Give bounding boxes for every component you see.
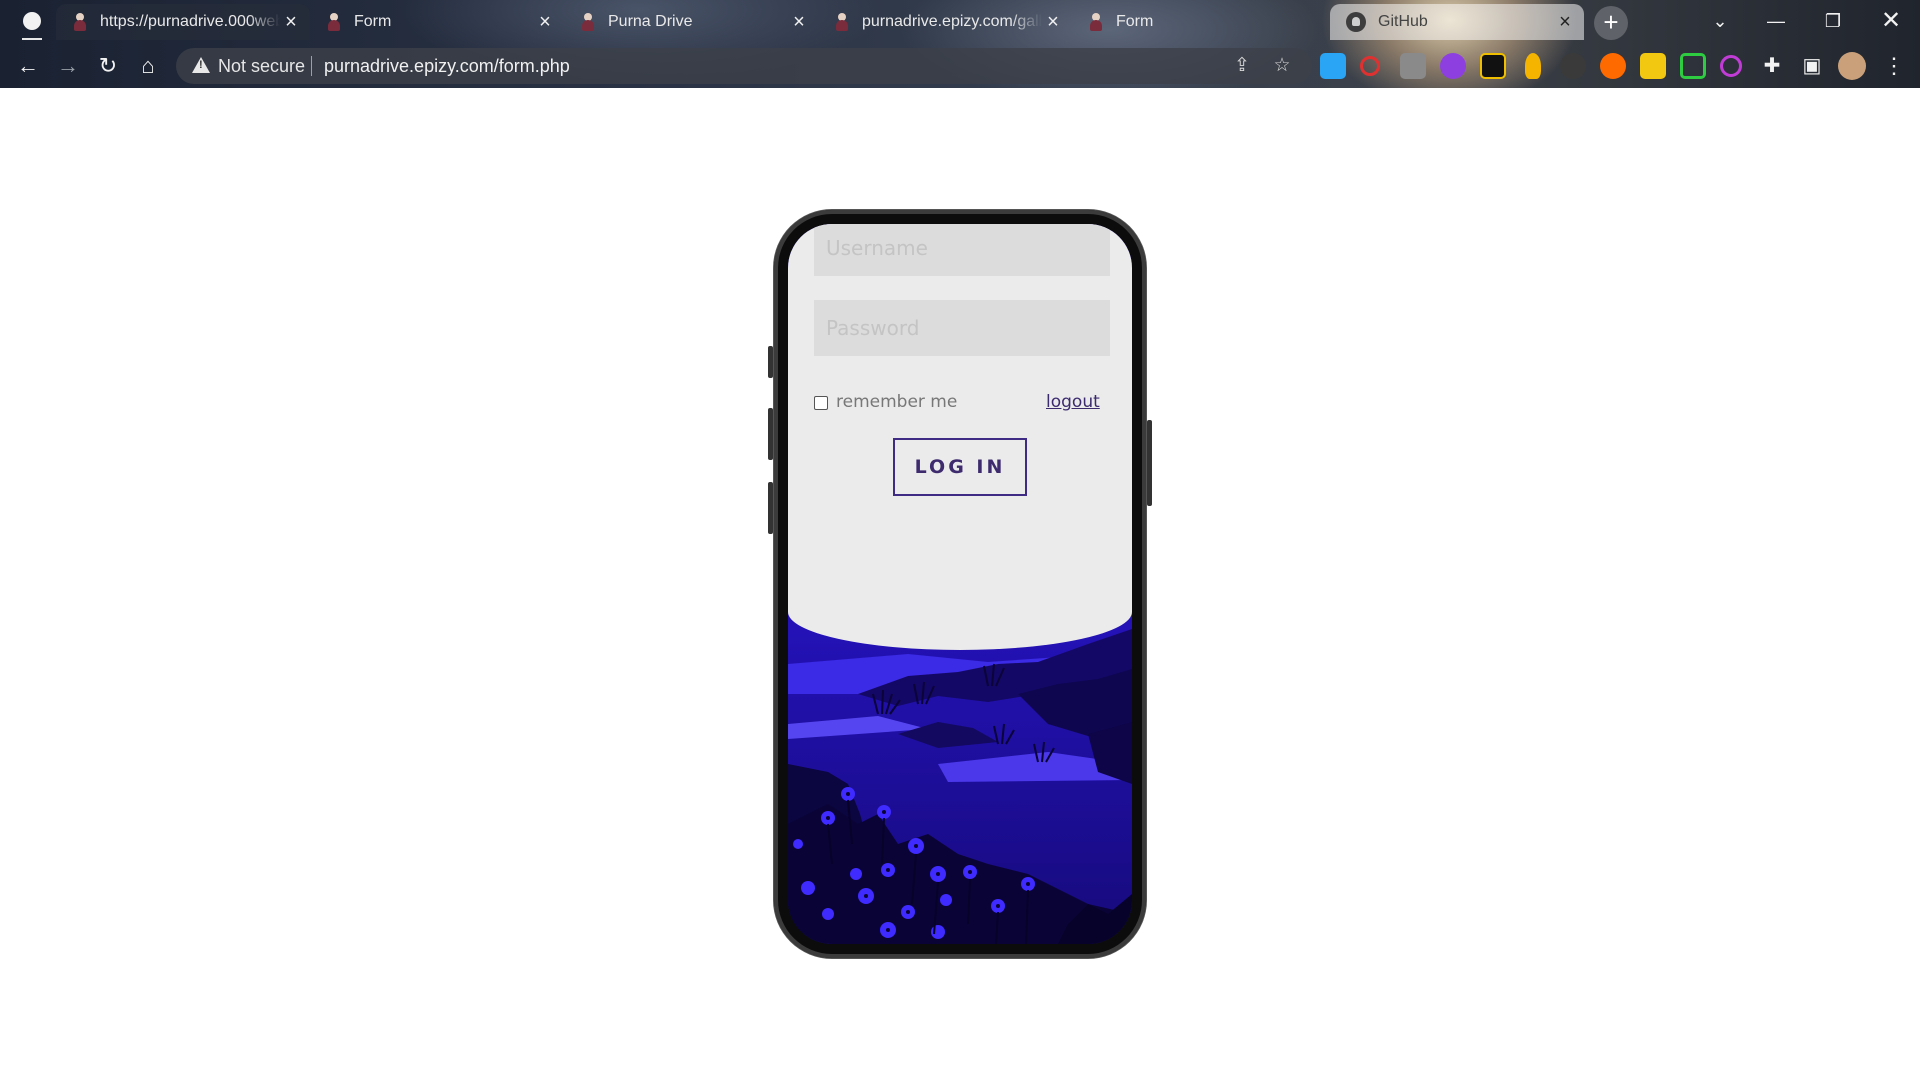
restore-icon[interactable]: ❐ [1813,6,1853,36]
tab-search-icon[interactable] [23,12,41,30]
tab-strip: https://purnadrive.000webhostapp.com × F… [0,0,1920,42]
forward-icon[interactable]: → [52,50,84,82]
tab-github[interactable]: GitHub × [1330,4,1584,40]
favicon-icon [1088,13,1104,31]
reload-icon[interactable]: ↻ [92,50,124,82]
extension-w-icon[interactable] [1640,53,1666,79]
remember-me-checkbox[interactable] [814,396,828,410]
username-input[interactable] [814,224,1110,276]
minimize-icon[interactable]: — [1756,6,1796,36]
phone-volume-down [768,482,773,534]
tab-purnadrive-000webhost[interactable]: https://purnadrive.000webhostapp.com × [56,4,310,40]
tab-title: Form [1116,13,1154,30]
favicon-icon [72,13,88,31]
browser-toolbar: ← → ↻ ⌂ Not secure purnadrive.epizy.com/… [0,44,1920,88]
extension-moon-icon[interactable] [1440,53,1466,79]
browser-chrome: https://purnadrive.000webhostapp.com × F… [0,0,1920,88]
close-tab-icon[interactable]: × [788,11,810,33]
extension-block-icon[interactable] [1360,56,1380,76]
github-icon [1346,12,1366,32]
phone-screen: remember me logout LOG IN [788,224,1132,944]
close-window-icon[interactable]: ✕ [1871,6,1911,36]
side-panel-icon[interactable]: ▣ [1796,50,1828,82]
extensions-puzzle-icon[interactable]: ✚ [1756,50,1788,82]
extension-orange-icon[interactable] [1600,53,1626,79]
extension-tv-icon[interactable] [1680,53,1706,79]
tab-title: Purna Drive [608,13,693,30]
extension-pin-icon[interactable] [1525,53,1541,79]
tab-title: purnadrive.epizy.com/gallery [862,13,1042,30]
back-icon[interactable]: ← [12,50,44,82]
home-icon[interactable]: ⌂ [132,50,164,82]
close-tab-icon[interactable]: × [1042,11,1064,33]
tab-form-2[interactable]: Form [1072,4,1326,40]
address-bar[interactable]: Not secure purnadrive.epizy.com/form.php… [176,48,1312,84]
tab-purnadrive-gallery[interactable]: purnadrive.epizy.com/gallery × [818,4,1072,40]
login-button[interactable]: LOG IN [893,438,1027,496]
tab-list-chevron-icon[interactable]: ⌄ [1700,6,1740,36]
warning-icon [192,57,210,73]
extension-gray-icon[interactable] [1400,53,1426,79]
tab-purna-drive[interactable]: Purna Drive × [564,4,818,40]
close-tab-icon[interactable]: × [1554,11,1576,33]
phone-mockup: remember me logout LOG IN [768,210,1152,958]
extension-box-icon[interactable] [1480,53,1506,79]
remember-me-label: remember me [836,392,958,412]
password-input[interactable] [814,300,1110,356]
favicon-icon [580,13,596,31]
login-form: remember me logout LOG IN [788,224,1132,650]
divider [311,56,312,76]
url-text[interactable]: purnadrive.epizy.com/form.php [324,56,570,77]
logout-link[interactable]: logout [1046,392,1100,412]
extension-broadcast-icon[interactable] [1720,55,1742,77]
close-tab-icon[interactable]: × [280,11,302,33]
extension-window-icon[interactable] [1320,53,1346,79]
favicon-icon [834,13,850,31]
share-icon[interactable]: ⇪ [1230,54,1254,78]
new-tab-button[interactable]: + [1594,6,1628,40]
close-tab-icon[interactable]: × [534,11,556,33]
tab-form[interactable]: Form × [310,4,564,40]
phone-volume-up [768,408,773,460]
extension-dark-icon[interactable] [1560,53,1586,79]
bookmark-star-icon[interactable]: ☆ [1270,54,1294,78]
favicon-icon [326,13,342,31]
tab-title: Form [354,13,392,30]
phone-power-button [1147,420,1152,506]
phone-silent-switch [768,346,773,378]
tab-title: GitHub [1378,13,1428,30]
tab-title: https://purnadrive.000webhostapp.com [100,13,280,30]
security-label[interactable]: Not secure [218,56,305,77]
menu-kebab-icon[interactable]: ⋮ [1878,50,1910,82]
profile-avatar[interactable] [1838,52,1866,80]
tab-indicator [22,38,42,40]
